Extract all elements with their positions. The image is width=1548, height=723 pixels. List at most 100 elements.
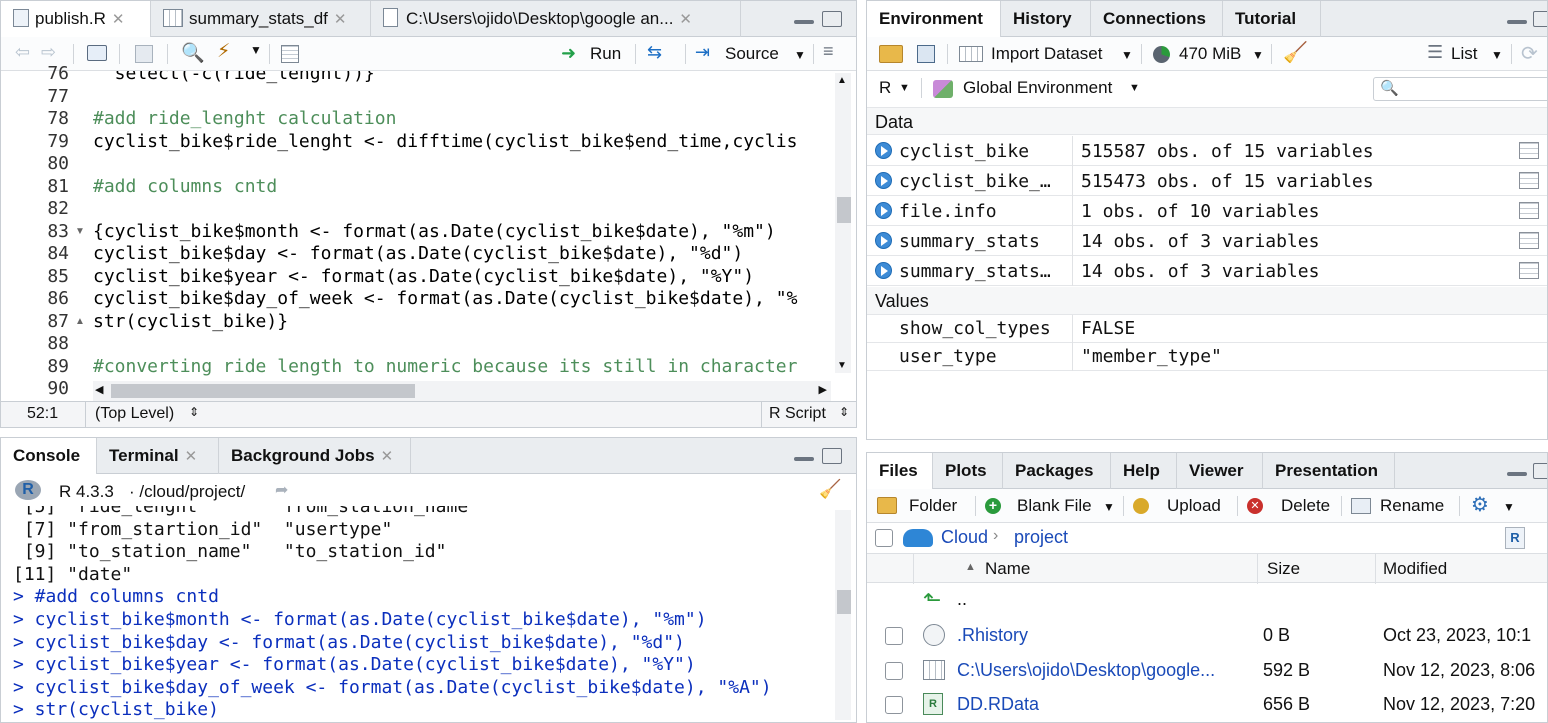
tab-help[interactable]: Help <box>1111 453 1177 489</box>
language-selector[interactable]: R <box>879 78 891 98</box>
file-name[interactable]: .Rhistory <box>957 625 1028 646</box>
save-icon[interactable] <box>135 45 153 63</box>
view-mode-selector[interactable]: List <box>1451 44 1477 64</box>
view-table-icon[interactable] <box>1519 172 1539 189</box>
file-name[interactable]: C:\Users\ojido\Desktop\google... <box>957 660 1215 681</box>
back-arrow-icon[interactable]: ⇦ <box>15 42 30 63</box>
compile-report-icon[interactable] <box>281 45 299 63</box>
outline-icon[interactable]: ≡ <box>823 41 834 62</box>
column-modified[interactable]: Modified <box>1383 559 1447 579</box>
rerun-icon[interactable]: ⇆ <box>647 42 662 63</box>
chevron-down-icon[interactable]: ▼ <box>250 43 262 57</box>
refresh-icon[interactable]: ⟳ <box>1521 41 1538 66</box>
view-table-icon[interactable] <box>1519 262 1539 279</box>
close-icon[interactable]: ✕ <box>679 11 692 28</box>
console-vertical-scrollbar[interactable] <box>835 510 851 720</box>
tab-presentation[interactable]: Presentation <box>1263 453 1395 489</box>
file-checkbox[interactable] <box>885 696 903 714</box>
scroll-thumb[interactable] <box>837 197 851 223</box>
view-table-icon[interactable] <box>1519 142 1539 159</box>
close-icon[interactable]: ✕ <box>112 11 125 28</box>
tab-packages[interactable]: Packages <box>1003 453 1111 489</box>
broom-icon[interactable]: 🧹 <box>1283 40 1308 65</box>
select-all-checkbox[interactable] <box>875 529 893 547</box>
fold-expand-icon[interactable]: ▲ <box>75 316 85 327</box>
tab-tutorial[interactable]: Tutorial <box>1223 1 1321 37</box>
file-type-selector[interactable]: R Script <box>769 405 826 423</box>
parent-directory-link[interactable]: .. <box>957 589 967 610</box>
chevron-down-icon[interactable]: ▼ <box>1103 500 1115 514</box>
close-icon[interactable]: ✕ <box>185 448 198 465</box>
environment-data-row[interactable]: summary_stats… 14 obs. of 3 variables <box>867 256 1547 286</box>
expand-icon[interactable] <box>875 172 892 189</box>
scroll-left-icon[interactable]: ◀ <box>95 383 103 396</box>
file-row[interactable]: .Rhistory 0 B Oct 23, 2023, 10:1 <box>867 619 1547 653</box>
chevron-down-icon[interactable]: ▼ <box>899 82 910 94</box>
minimize-icon[interactable] <box>794 20 814 24</box>
file-name[interactable]: DD.RData <box>957 694 1039 715</box>
tab-files[interactable]: Files <box>867 453 933 490</box>
tab-console[interactable]: Console <box>1 438 97 475</box>
chevron-down-icon[interactable]: ▼ <box>1252 48 1264 62</box>
search-icon[interactable]: 🔍 <box>181 41 205 65</box>
open-folder-icon[interactable] <box>879 45 903 63</box>
blank-file-button[interactable]: Blank File <box>1017 496 1092 516</box>
go-to-directory-icon[interactable]: ➦ <box>275 480 288 500</box>
scope-selector[interactable]: (Top Level) <box>95 405 174 423</box>
scroll-down-icon[interactable]: ▼ <box>837 360 847 371</box>
view-table-icon[interactable] <box>1519 232 1539 249</box>
breadcrumb-cloud[interactable]: Cloud <box>941 527 988 548</box>
tab-viewer[interactable]: Viewer <box>1177 453 1263 489</box>
magic-wand-icon[interactable]: ⚡ <box>217 40 230 63</box>
expand-icon[interactable] <box>875 202 892 219</box>
environment-data-row[interactable]: cyclist_bike_… 515473 obs. of 15 variable… <box>867 166 1547 196</box>
scroll-right-icon[interactable]: ▶ <box>819 383 827 396</box>
working-directory[interactable]: · /cloud/project/ <box>129 482 245 502</box>
close-icon[interactable]: ✕ <box>381 448 394 465</box>
r-project-icon[interactable]: R <box>1505 527 1525 549</box>
file-row[interactable]: R DD.RData 656 B Nov 12, 2023, 7:20 <box>867 688 1547 722</box>
chevron-down-icon[interactable]: ▼ <box>1503 500 1515 514</box>
chevron-down-icon[interactable]: ▼ <box>794 48 806 62</box>
code-editor[interactable]: select(-c(ride_lenght))} #add ride_lenght… <box>93 71 833 381</box>
save-icon[interactable] <box>917 45 935 63</box>
environment-value-row[interactable]: user_type "member_type" <box>867 343 1547 371</box>
environment-search-input[interactable]: 🔍 <box>1373 77 1547 101</box>
console-output[interactable]: [5] "ride_lenght" "from_station_name" [7… <box>1 506 831 722</box>
rename-button[interactable]: Rename <box>1380 496 1444 516</box>
editor-vertical-scrollbar[interactable]: ▲ ▼ <box>835 73 851 373</box>
show-in-window-icon[interactable] <box>87 45 107 61</box>
chevron-down-icon[interactable]: ▼ <box>1491 48 1503 62</box>
expand-icon[interactable] <box>875 262 892 279</box>
maximize-icon[interactable] <box>822 11 842 27</box>
minimize-icon[interactable] <box>1507 20 1527 24</box>
new-folder-button[interactable]: Folder <box>909 496 957 516</box>
expand-icon[interactable] <box>875 232 892 249</box>
scroll-up-icon[interactable]: ▲ <box>837 75 847 86</box>
tab-connections[interactable]: Connections <box>1091 1 1223 37</box>
tab-csv-file[interactable]: C:\Users\ojido\Desktop\google an... ✕ <box>371 1 741 37</box>
column-name[interactable]: Name <box>985 559 1030 579</box>
environment-data-row[interactable]: summary_stats 14 obs. of 3 variables <box>867 226 1547 256</box>
file-row[interactable]: C:\Users\ojido\Desktop\google... 592 B Nov… <box>867 654 1547 688</box>
minimize-icon[interactable] <box>1507 472 1527 476</box>
maximize-icon[interactable] <box>1533 11 1547 27</box>
gear-icon[interactable]: ⚙ <box>1471 492 1489 517</box>
clear-console-icon[interactable]: 🧹 <box>819 479 841 500</box>
run-button[interactable]: Run <box>590 44 621 64</box>
scroll-thumb[interactable] <box>111 384 415 398</box>
file-checkbox[interactable] <box>885 627 903 645</box>
tab-publish-r[interactable]: publish.R ✕ <box>1 1 151 38</box>
file-checkbox[interactable] <box>885 661 903 680</box>
environment-data-row[interactable]: cyclist_bike 515587 obs. of 15 variables <box>867 136 1547 166</box>
column-size[interactable]: Size <box>1267 559 1300 579</box>
tab-background-jobs[interactable]: Background Jobs ✕ <box>219 438 411 474</box>
tab-plots[interactable]: Plots <box>933 453 1003 489</box>
expand-icon[interactable] <box>875 142 892 159</box>
breadcrumb-project[interactable]: project <box>1014 527 1068 548</box>
tab-terminal[interactable]: Terminal ✕ <box>97 438 219 474</box>
chevron-down-icon[interactable]: ▼ <box>1121 48 1133 62</box>
parent-directory-row[interactable]: ⬑ .. <box>867 585 1547 619</box>
editor-horizontal-scrollbar[interactable]: ◀ ▶ <box>93 381 831 401</box>
forward-arrow-icon[interactable]: ⇨ <box>41 42 56 63</box>
